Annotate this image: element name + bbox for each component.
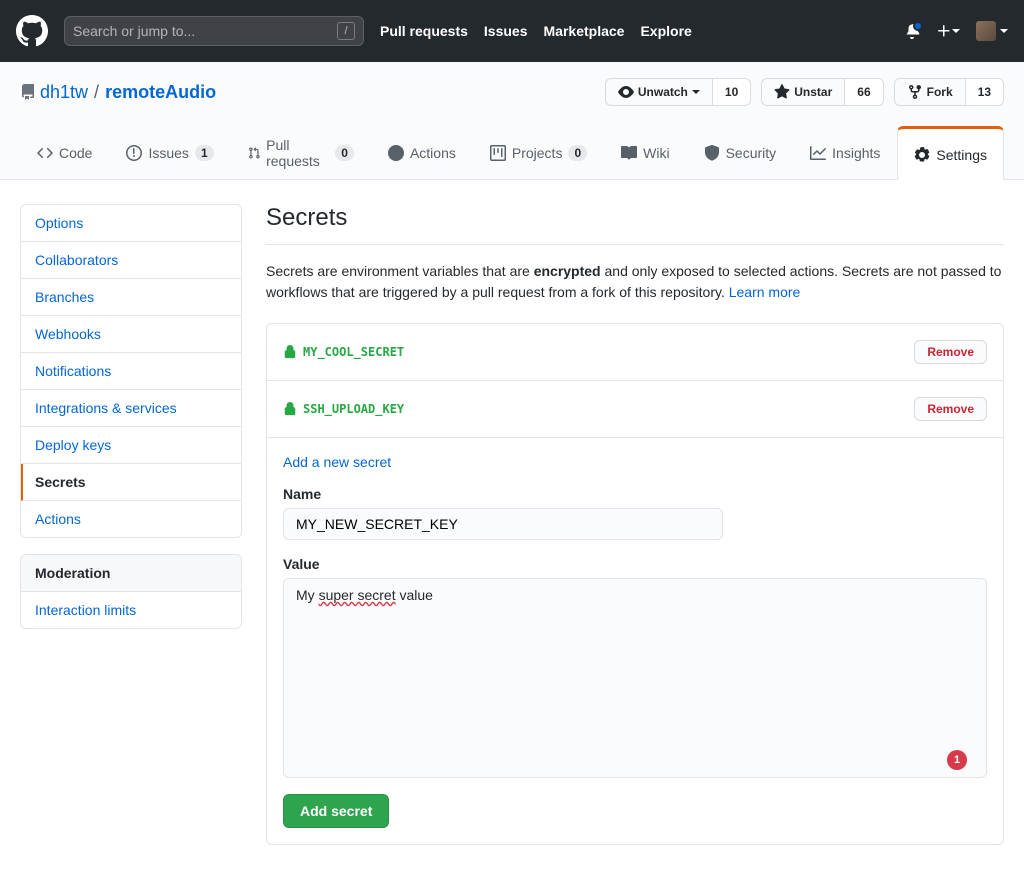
sidebar-item-interaction-limits[interactable]: Interaction limits: [21, 592, 241, 628]
tab-wiki[interactable]: Wiki: [604, 126, 686, 179]
remove-secret-button[interactable]: Remove: [914, 340, 987, 364]
secret-row: SSH_UPLOAD_KEY Remove: [267, 381, 1003, 438]
moderation-header: Moderation: [21, 555, 241, 592]
tab-projects[interactable]: Projects0: [473, 126, 604, 179]
spellcheck-underline: super secret: [319, 587, 396, 603]
sidebar-item-integrations[interactable]: Integrations & services: [21, 390, 241, 427]
tab-security[interactable]: Security: [687, 126, 794, 179]
secret-name-input[interactable]: [283, 508, 723, 540]
sidebar-item-branches[interactable]: Branches: [21, 279, 241, 316]
star-button-group: Unstar 66: [761, 78, 883, 106]
tab-insights[interactable]: Insights: [793, 126, 897, 179]
search-box[interactable]: /: [64, 16, 364, 46]
learn-more-link[interactable]: Learn more: [729, 284, 801, 300]
tab-code[interactable]: Code: [20, 126, 109, 179]
github-logo-icon[interactable]: [16, 15, 48, 47]
secret-value-textarea[interactable]: My super secret value: [283, 578, 987, 778]
value-label: Value: [283, 556, 987, 572]
plus-icon: [936, 23, 952, 39]
add-secret-form: Add a new secret Name Value My super sec…: [267, 438, 1003, 844]
caret-down-icon: [692, 90, 700, 94]
tab-pull-requests[interactable]: Pull requests0: [231, 126, 371, 179]
notification-indicator: [913, 21, 923, 31]
pull-request-icon: [248, 145, 260, 161]
pulls-count-badge: 0: [335, 145, 354, 161]
secret-name: SSH_UPLOAD_KEY: [283, 402, 404, 416]
page-description: Secrets are environment variables that a…: [266, 261, 1004, 303]
star-icon: [774, 84, 790, 100]
secrets-list: MY_COOL_SECRET Remove SSH_UPLOAD_KEY Rem…: [266, 323, 1004, 845]
grammar-badge[interactable]: 1: [947, 750, 967, 770]
sidebar-item-notifications[interactable]: Notifications: [21, 353, 241, 390]
tab-issues[interactable]: Issues1: [109, 126, 230, 179]
projects-count-badge: 0: [568, 145, 587, 161]
watchers-count[interactable]: 10: [713, 78, 751, 106]
repo-title: dh1tw / remoteAudio: [20, 82, 216, 103]
sidebar-item-webhooks[interactable]: Webhooks: [21, 316, 241, 353]
stargazers-count[interactable]: 66: [845, 78, 883, 106]
unwatch-button[interactable]: Unwatch: [605, 78, 713, 106]
eye-icon: [618, 84, 634, 100]
sidebar-item-secrets: Secrets: [21, 464, 241, 501]
repo-tabs: Code Issues1 Pull requests0 Actions Proj…: [20, 126, 1004, 179]
sidebar-item-options[interactable]: Options: [21, 205, 241, 242]
create-new-menu[interactable]: [936, 23, 960, 39]
forks-count[interactable]: 13: [966, 78, 1004, 106]
remove-secret-button[interactable]: Remove: [914, 397, 987, 421]
page-title: Secrets: [266, 204, 1004, 245]
fork-button-group: Fork 13: [894, 78, 1004, 106]
caret-down-icon: [1000, 29, 1008, 33]
fork-button[interactable]: Fork: [894, 78, 966, 106]
fork-icon: [907, 84, 923, 100]
main-content: Secrets Secrets are environment variable…: [266, 204, 1004, 845]
primary-nav: Pull requests Issues Marketplace Explore: [380, 23, 692, 39]
add-new-secret-link[interactable]: Add a new secret: [283, 454, 987, 470]
path-separator: /: [94, 82, 99, 103]
sidebar-item-collaborators[interactable]: Collaborators: [21, 242, 241, 279]
nav-pull-requests[interactable]: Pull requests: [380, 23, 468, 39]
settings-sidebar: Options Collaborators Branches Webhooks …: [20, 204, 242, 845]
repo-icon: [20, 84, 36, 100]
search-input[interactable]: [73, 23, 337, 39]
repo-header: dh1tw / remoteAudio Unwatch 10 Unstar 66: [0, 62, 1024, 180]
name-label: Name: [283, 486, 987, 502]
owner-link[interactable]: dh1tw: [40, 82, 88, 103]
repo-link[interactable]: remoteAudio: [105, 82, 216, 103]
avatar: [976, 21, 996, 41]
sidebar-item-actions[interactable]: Actions: [21, 501, 241, 537]
nav-marketplace[interactable]: Marketplace: [544, 23, 625, 39]
gear-icon: [914, 147, 930, 163]
tab-actions[interactable]: Actions: [371, 126, 473, 179]
lock-icon: [283, 402, 297, 416]
lock-icon: [283, 345, 297, 359]
caret-down-icon: [952, 29, 960, 33]
book-icon: [621, 145, 637, 161]
secret-name: MY_COOL_SECRET: [283, 345, 404, 359]
code-icon: [37, 145, 53, 161]
add-secret-button[interactable]: Add secret: [283, 794, 389, 828]
watch-button-group: Unwatch 10: [605, 78, 751, 106]
nav-explore[interactable]: Explore: [640, 23, 691, 39]
issue-icon: [126, 145, 142, 161]
nav-issues[interactable]: Issues: [484, 23, 528, 39]
secret-row: MY_COOL_SECRET Remove: [267, 324, 1003, 381]
user-menu[interactable]: [976, 21, 1008, 41]
global-header: / Pull requests Issues Marketplace Explo…: [0, 0, 1024, 62]
notifications-button[interactable]: [904, 23, 920, 39]
project-icon: [490, 145, 506, 161]
graph-icon: [810, 145, 826, 161]
shield-icon: [704, 145, 720, 161]
tab-settings[interactable]: Settings: [897, 126, 1004, 180]
slash-key-hint: /: [337, 22, 355, 40]
unstar-button[interactable]: Unstar: [761, 78, 845, 106]
sidebar-item-deploy-keys[interactable]: Deploy keys: [21, 427, 241, 464]
issues-count-badge: 1: [195, 145, 214, 161]
play-icon: [388, 145, 404, 161]
